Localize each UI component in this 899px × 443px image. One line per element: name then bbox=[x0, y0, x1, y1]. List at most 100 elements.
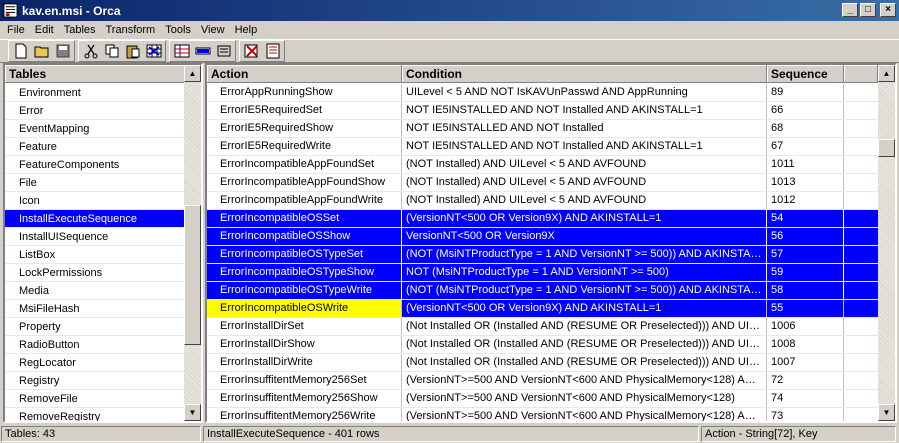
cell-condition[interactable]: (Not Installed OR (Installed AND (RESUME… bbox=[402, 318, 767, 335]
table-row[interactable]: ErrorIncompatibleOSSet (VersionNT<500 OR … bbox=[207, 210, 878, 228]
cell-condition[interactable]: (Not Installed OR (Installed AND (RESUME… bbox=[402, 336, 767, 353]
cell-sequence[interactable]: 73 bbox=[767, 408, 844, 421]
table-row[interactable]: ErrorInsuffitentMemory256Set (VersionNT>=… bbox=[207, 372, 878, 390]
column-header-sequence[interactable]: Sequence bbox=[767, 65, 844, 82]
menu-tools[interactable]: Tools bbox=[160, 24, 196, 36]
cell-sequence[interactable]: 72 bbox=[767, 372, 844, 389]
scroll-thumb[interactable] bbox=[878, 139, 895, 157]
cell-action[interactable]: ErrorIE5RequiredSet bbox=[207, 102, 402, 119]
validate-button[interactable] bbox=[241, 42, 262, 60]
table-list-item[interactable]: Property bbox=[5, 318, 186, 336]
table-row[interactable]: ErrorIncompatibleOSTypeShow NOT (MsiNTPro… bbox=[207, 264, 878, 282]
column-header-condition[interactable]: Condition bbox=[402, 65, 767, 82]
cell-condition[interactable]: (VersionNT<500 OR Version9X) AND AKINSTA… bbox=[402, 300, 767, 317]
table-row[interactable]: ErrorIncompatibleOSShow VersionNT<500 OR … bbox=[207, 228, 878, 246]
cell-sequence[interactable]: 66 bbox=[767, 102, 844, 119]
cell-sequence[interactable]: 1013 bbox=[767, 174, 844, 191]
cell-condition[interactable]: NOT (MsiNTProductType = 1 AND VersionNT … bbox=[402, 264, 767, 281]
cell-condition[interactable]: NOT IE5INSTALLED AND NOT Installed AND A… bbox=[402, 138, 767, 155]
scroll-thumb[interactable] bbox=[184, 205, 201, 345]
table-view-button[interactable] bbox=[143, 42, 164, 60]
cell-action[interactable]: ErrorInsuffitentMemory256Set bbox=[207, 372, 402, 389]
cell-action[interactable]: ErrorIE5RequiredWrite bbox=[207, 138, 402, 155]
scroll-down-button[interactable]: ▼ bbox=[878, 404, 895, 421]
table-list-item[interactable]: Media bbox=[5, 282, 186, 300]
table-list-item[interactable]: RadioButton bbox=[5, 336, 186, 354]
cell-condition[interactable]: (NOT Installed) AND UILevel < 5 AND AVFO… bbox=[402, 174, 767, 191]
cell-action[interactable]: ErrorIncompatibleAppFoundWrite bbox=[207, 192, 402, 209]
cell-action[interactable]: ErrorInstallDirShow bbox=[207, 336, 402, 353]
table-list-item[interactable]: EventMapping bbox=[5, 120, 186, 138]
paste-button[interactable] bbox=[122, 42, 143, 60]
menu-edit[interactable]: Edit bbox=[30, 24, 59, 36]
cell-action[interactable]: ErrorInstallDirWrite bbox=[207, 354, 402, 371]
cell-sequence[interactable]: 89 bbox=[767, 84, 844, 101]
table-list-item[interactable]: RegLocator bbox=[5, 354, 186, 372]
cell-condition[interactable]: (NOT Installed) AND UILevel < 5 AND AVFO… bbox=[402, 156, 767, 173]
cell-action[interactable]: ErrorIE5RequiredShow bbox=[207, 120, 402, 137]
cell-action[interactable]: ErrorIncompatibleOSTypeShow bbox=[207, 264, 402, 281]
cell-sequence[interactable]: 74 bbox=[767, 390, 844, 407]
table-list-item[interactable]: InstallExecuteSequence bbox=[5, 210, 186, 228]
scroll-up-button[interactable]: ▲ bbox=[184, 65, 201, 82]
cell-condition[interactable]: (VersionNT>=500 AND VersionNT<600 AND Ph… bbox=[402, 390, 767, 407]
column-header-action[interactable]: Action bbox=[207, 65, 402, 82]
table-list-item[interactable]: Feature bbox=[5, 138, 186, 156]
cell-action[interactable]: ErrorIncompatibleOSSet bbox=[207, 210, 402, 227]
cell-sequence[interactable]: 54 bbox=[767, 210, 844, 227]
table-list-item[interactable]: InstallUISequence bbox=[5, 228, 186, 246]
cell-sequence[interactable]: 1012 bbox=[767, 192, 844, 209]
cell-condition[interactable]: (NOT (MsiNTProductType = 1 AND VersionNT… bbox=[402, 246, 767, 263]
tables-header[interactable]: Tables bbox=[5, 65, 186, 82]
rows-scrollbar[interactable]: ▲ ▼ bbox=[878, 65, 895, 421]
cell-action[interactable]: ErrorIncompatibleOSTypeWrite bbox=[207, 282, 402, 299]
cell-condition[interactable]: (VersionNT<500 OR Version9X) AND AKINSTA… bbox=[402, 210, 767, 227]
minimize-button[interactable]: _ bbox=[842, 3, 858, 17]
add-row-button[interactable] bbox=[192, 42, 213, 60]
cell-sequence[interactable]: 1006 bbox=[767, 318, 844, 335]
save-button[interactable] bbox=[52, 42, 73, 60]
cell-action[interactable]: ErrorIncompatibleAppFoundShow bbox=[207, 174, 402, 191]
new-file-button[interactable] bbox=[10, 42, 31, 60]
merge-module-button[interactable] bbox=[262, 42, 283, 60]
cell-action[interactable]: ErrorAppRunningShow bbox=[207, 84, 402, 101]
cell-action[interactable]: ErrorIncompatibleOSWrite bbox=[207, 300, 402, 317]
menu-file[interactable]: File bbox=[2, 24, 30, 36]
cell-condition[interactable]: (NOT Installed) AND UILevel < 5 AND AVFO… bbox=[402, 192, 767, 209]
table-row[interactable]: ErrorInstallDirWrite (Not Installed OR (I… bbox=[207, 354, 878, 372]
copy-button[interactable] bbox=[101, 42, 122, 60]
scroll-up-button[interactable]: ▲ bbox=[878, 65, 895, 82]
cell-condition[interactable]: (VersionNT>=500 AND VersionNT<600 AND Ph… bbox=[402, 372, 767, 389]
cell-sequence[interactable]: 1007 bbox=[767, 354, 844, 371]
cell-condition[interactable]: NOT IE5INSTALLED AND NOT Installed AND A… bbox=[402, 102, 767, 119]
scroll-down-button[interactable]: ▼ bbox=[184, 404, 201, 421]
table-row[interactable]: ErrorIncompatibleOSTypeWrite (NOT (MsiNTP… bbox=[207, 282, 878, 300]
cell-condition[interactable]: (NOT (MsiNTProductType = 1 AND VersionNT… bbox=[402, 282, 767, 299]
table-row[interactable]: ErrorIE5RequiredSet NOT IE5INSTALLED AND … bbox=[207, 102, 878, 120]
cell-condition[interactable]: (Not Installed OR (Installed AND (RESUME… bbox=[402, 354, 767, 371]
table-list-item[interactable]: RemoveFile bbox=[5, 390, 186, 408]
table-row[interactable]: ErrorIncompatibleAppFoundWrite (NOT Insta… bbox=[207, 192, 878, 210]
cell-sequence[interactable]: 1011 bbox=[767, 156, 844, 173]
table-row[interactable]: ErrorInsuffitentMemory256Show (VersionNT>… bbox=[207, 390, 878, 408]
table-list-item[interactable]: Environment bbox=[5, 84, 186, 102]
table-list-item[interactable]: ListBox bbox=[5, 246, 186, 264]
cell-action[interactable]: ErrorIncompatibleAppFoundSet bbox=[207, 156, 402, 173]
table-row[interactable]: ErrorInstallDirShow (Not Installed OR (In… bbox=[207, 336, 878, 354]
cell-condition[interactable]: VersionNT<500 OR Version9X bbox=[402, 228, 767, 245]
table-row[interactable]: ErrorInstallDirSet (Not Installed OR (Ins… bbox=[207, 318, 878, 336]
table-list-item[interactable]: MsiFileHash bbox=[5, 300, 186, 318]
add-table-button[interactable] bbox=[171, 42, 192, 60]
table-row[interactable]: ErrorInsuffitentMemory256Write (VersionNT… bbox=[207, 408, 878, 421]
cell-condition[interactable]: UILevel < 5 AND NOT IsKAVUnPasswd AND Ap… bbox=[402, 84, 767, 101]
table-row[interactable]: ErrorIncompatibleAppFoundSet (NOT Install… bbox=[207, 156, 878, 174]
cut-button[interactable] bbox=[80, 42, 101, 60]
table-row[interactable]: ErrorAppRunningShow UILevel < 5 AND NOT I… bbox=[207, 84, 878, 102]
cell-sequence[interactable]: 56 bbox=[767, 228, 844, 245]
table-list-item[interactable]: FeatureComponents bbox=[5, 156, 186, 174]
cell-action[interactable]: ErrorInsuffitentMemory256Write bbox=[207, 408, 402, 421]
cell-sequence[interactable]: 55 bbox=[767, 300, 844, 317]
table-row[interactable]: ErrorIE5RequiredWrite NOT IE5INSTALLED AN… bbox=[207, 138, 878, 156]
cell-condition[interactable]: (VersionNT>=500 AND VersionNT<600 AND Ph… bbox=[402, 408, 767, 421]
menu-view[interactable]: View bbox=[196, 24, 230, 36]
